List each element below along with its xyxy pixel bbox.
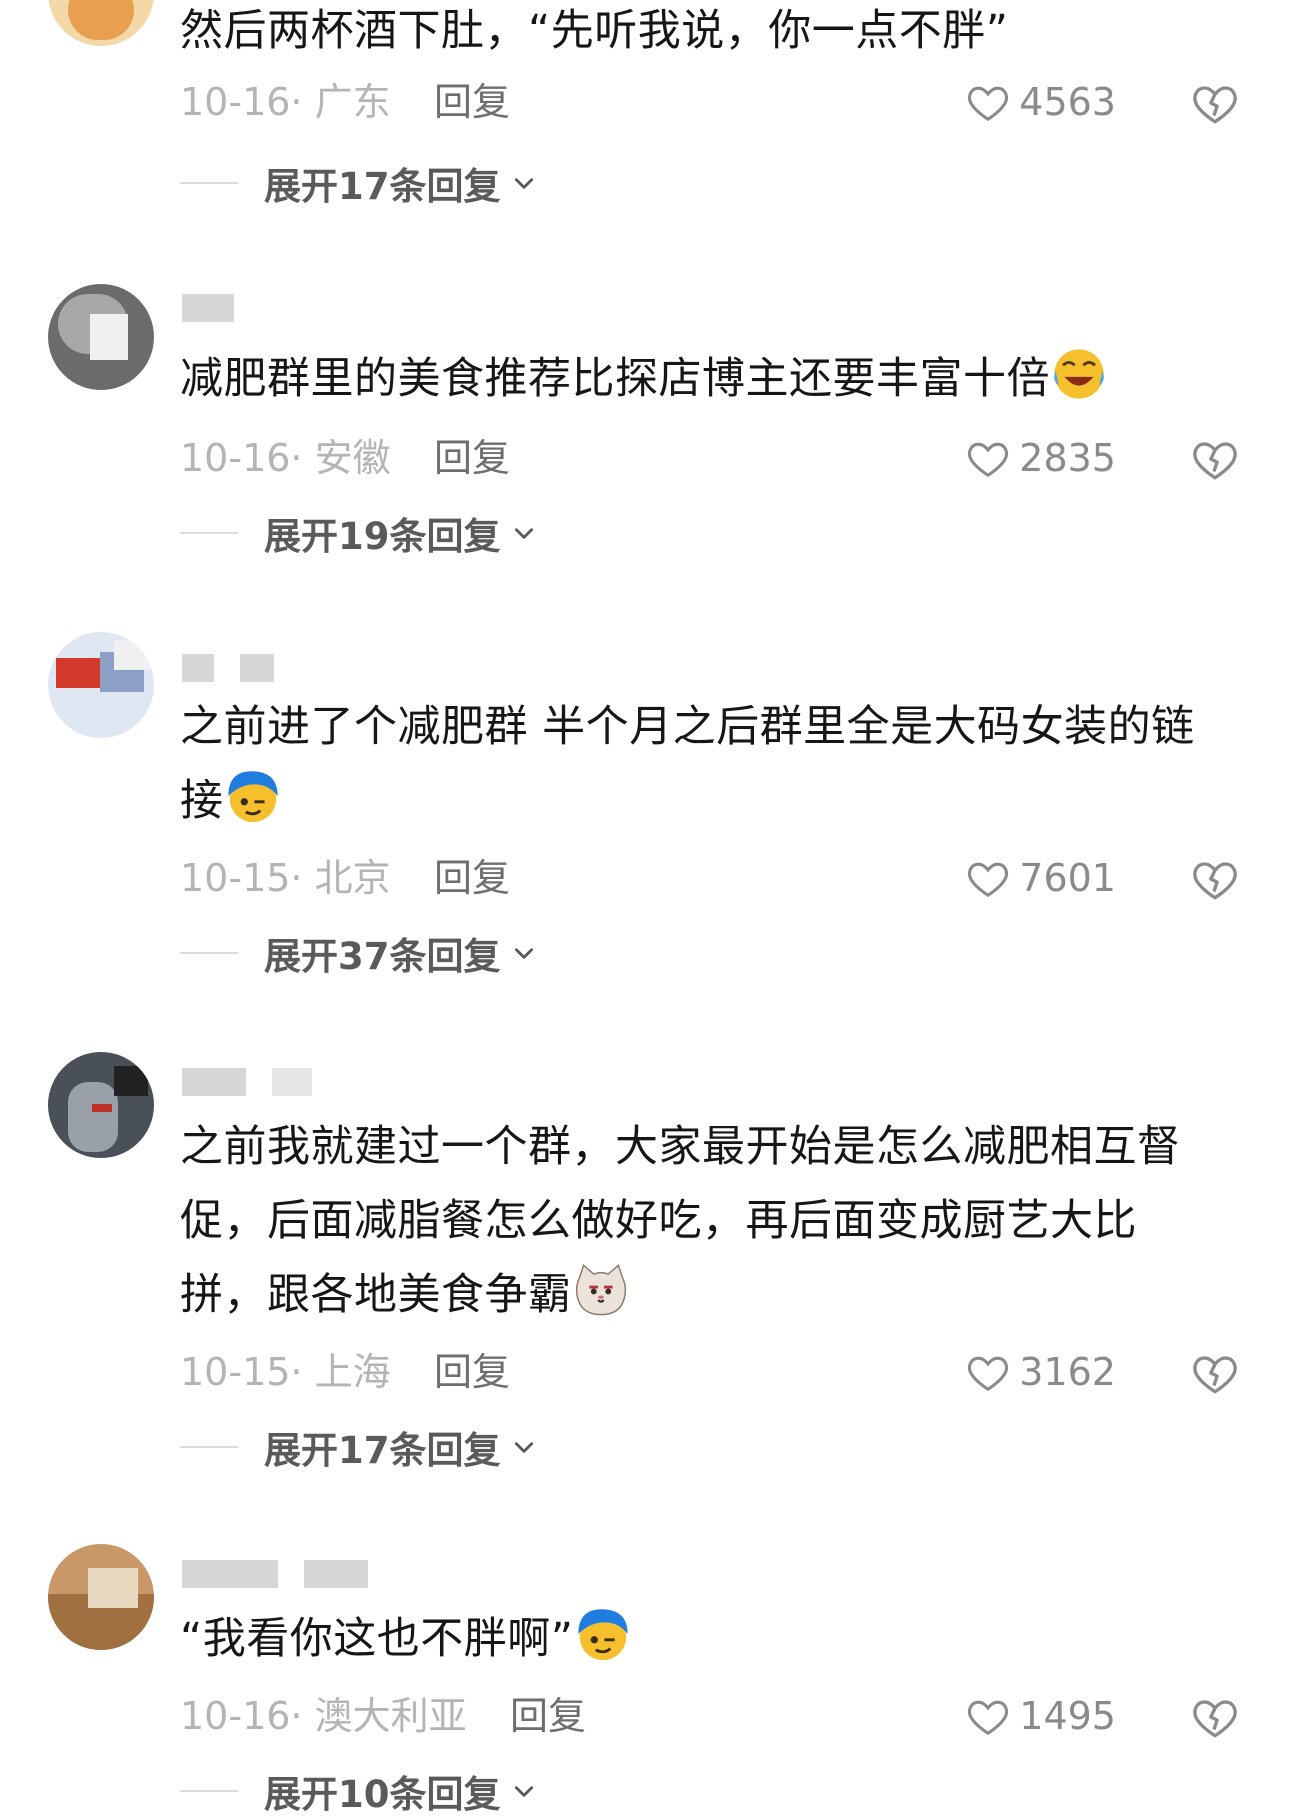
expand-replies-button[interactable]: 展开17条回复 [180,1422,537,1472]
heart-icon [968,86,1009,122]
comment-meta: 10-16· 广东 回复 4563 [180,76,1240,128]
chevron-down-icon [514,528,533,539]
like-count: 7601 [1019,856,1116,900]
username-redacted[interactable] [182,294,260,330]
comment-meta: 10-15· 上海 回复 3162 [180,1346,1240,1398]
comment-date: 10-16 [180,436,291,480]
divider [180,952,238,954]
expand-label: 展开17条回复 [264,1429,501,1472]
comment-location: 澳大利亚 [314,1694,467,1738]
like-count: 4563 [1019,80,1116,124]
username-redacted[interactable] [182,1560,394,1596]
like-button[interactable]: 2835 [965,432,1116,484]
comment-location: 安徽 [314,436,391,480]
username-redacted[interactable] [182,654,300,690]
comment-meta: 10-16· 安徽 回复 2835 [180,432,1240,484]
like-count: 1495 [1019,1694,1116,1738]
heart-icon [968,442,1009,478]
expand-label: 展开19条回复 [264,515,501,558]
avatar[interactable] [48,0,154,46]
like-button[interactable]: 1495 [965,1690,1116,1742]
comment-location: 广东 [314,80,391,124]
broken-heart-icon[interactable] [1190,434,1240,484]
broken-heart-icon[interactable] [1190,78,1240,128]
heart-icon [968,1356,1009,1392]
like-count: 2835 [1019,436,1116,480]
reply-button[interactable]: 回复 [434,432,510,484]
like-count: 3162 [1019,1350,1116,1394]
comment-meta: 10-16· 澳大利亚 回复 1495 [180,1690,1240,1742]
comment-meta: 10-15· 北京 回复 7601 [180,852,1240,904]
expand-label: 展开37条回复 [264,935,501,978]
comment-date: 10-16 [180,1694,291,1738]
comment-text: 之前进了个减肥群 半个月之后群里全是大码女装的链接 [180,702,1195,826]
avatar[interactable] [48,632,154,738]
comment-date: 10-15 [180,856,291,900]
broken-heart-icon[interactable] [1190,1348,1240,1398]
avatar[interactable] [48,1544,154,1650]
like-button[interactable]: 3162 [965,1346,1116,1398]
reply-button[interactable]: 回复 [434,852,510,904]
expand-replies-button[interactable]: 展开19条回复 [180,508,537,558]
comment-text: 之前我就建过一个群，大家最开始是怎么减肥相互督促，后面减脂餐怎么做好吃，再后面变… [180,1122,1181,1320]
chevron-down-icon [514,948,533,959]
reply-button[interactable]: 回复 [434,1346,510,1398]
chevron-down-icon [514,1786,533,1797]
chevron-down-icon [514,178,533,189]
expand-replies-button[interactable]: 展开10条回复 [180,1766,537,1816]
avatar[interactable] [48,1052,154,1158]
crying-laughing-emoji [1054,349,1104,399]
comment-location: 北京 [314,856,391,900]
avatar[interactable] [48,284,154,390]
like-button[interactable]: 7601 [965,852,1116,904]
reply-button[interactable]: 回复 [510,1690,586,1742]
comment-text: 然后两杯酒下肚，“先听我说，你一点不胖” [180,6,1009,56]
divider [180,182,238,184]
comment-date: 10-15 [180,1350,291,1394]
blue-hair-smirk-emoji [577,1609,628,1661]
expand-replies-button[interactable]: 展开37条回复 [180,928,537,978]
expand-replies-button[interactable]: 展开17条回复 [180,158,537,208]
comment-location: 上海 [314,1350,391,1394]
expand-label: 展开17条回复 [264,165,501,208]
like-button[interactable]: 4563 [965,76,1116,128]
divider [180,1446,238,1448]
comment-text: “我看你这也不胖啊” [180,1602,1220,1676]
blue-hair-smirk-emoji [227,771,278,823]
chevron-down-icon [514,1442,533,1453]
heart-icon [968,862,1009,898]
broken-heart-icon[interactable] [1190,1692,1240,1742]
broken-heart-icon[interactable] [1190,854,1240,904]
expand-label: 展开10条回复 [264,1773,501,1816]
username-redacted[interactable] [182,1068,338,1104]
divider [180,532,238,534]
comment-date: 10-16 [180,80,291,124]
heart-icon [968,1700,1009,1736]
divider [180,1790,238,1792]
comment-text: 减肥群里的美食推荐比探店博主还要丰富十倍 [180,342,1220,416]
smug-cat-emoji [575,1264,626,1316]
reply-button[interactable]: 回复 [434,76,510,128]
